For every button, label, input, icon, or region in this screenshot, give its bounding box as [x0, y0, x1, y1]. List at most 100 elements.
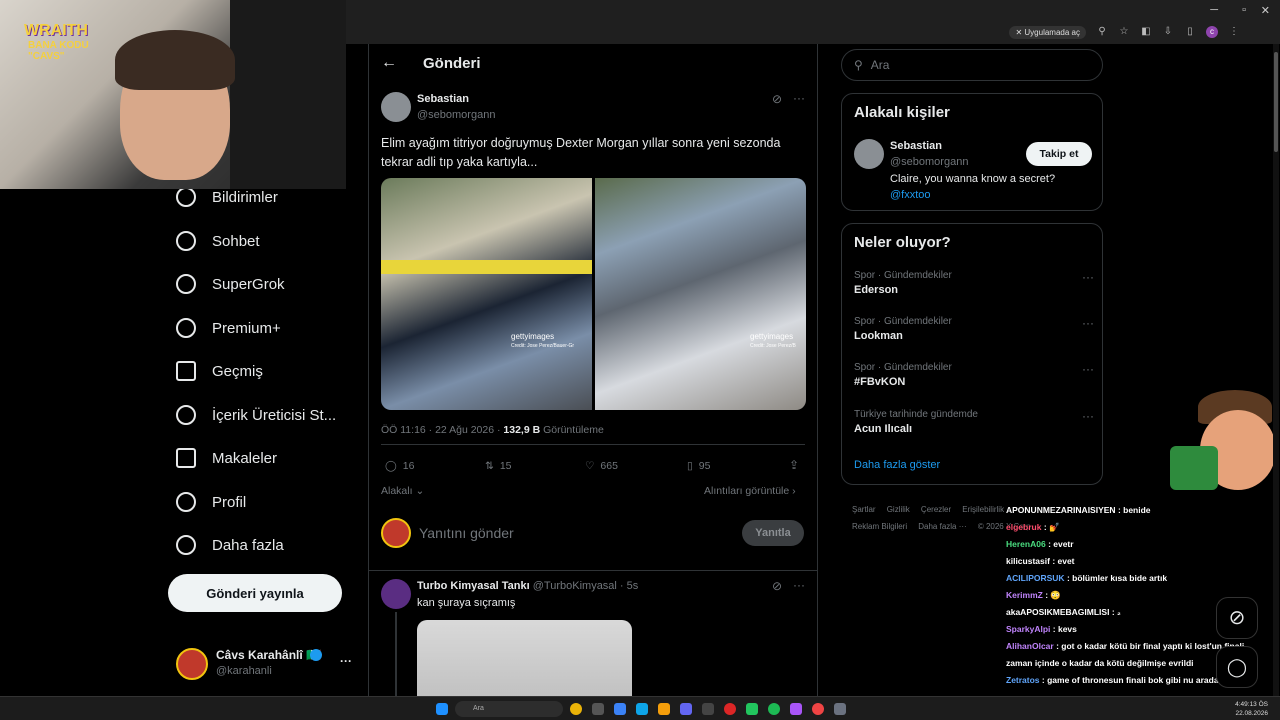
- grok-icon[interactable]: ⊘: [772, 92, 782, 106]
- search-icon: ⚲: [854, 58, 863, 72]
- nav-supergrok[interactable]: SuperGrok: [176, 274, 285, 294]
- footer-link[interactable]: Erişilebilirlik: [962, 505, 1004, 514]
- spotify-icon[interactable]: [768, 703, 780, 715]
- like-action[interactable]: ♡ 665: [585, 460, 618, 472]
- divider: [381, 444, 805, 445]
- app-icon[interactable]: [614, 703, 626, 715]
- nav-creator-studio[interactable]: İçerik Üreticisi St...: [176, 405, 336, 425]
- reply-button[interactable]: Yanıtla: [742, 520, 804, 546]
- restore-icon[interactable]: ▫: [1242, 4, 1246, 16]
- footer-link[interactable]: Reklam Bilgileri: [852, 522, 907, 531]
- post-image-2[interactable]: gettyimages Credit: Jose Perez/B: [595, 178, 806, 410]
- gaming-chair: [230, 0, 346, 189]
- app-icon[interactable]: [724, 703, 736, 715]
- taskbar-search[interactable]: Ara: [455, 701, 563, 717]
- minimize-icon[interactable]: ─: [1210, 4, 1218, 16]
- person-avatar[interactable]: [854, 139, 884, 169]
- windows-start-icon[interactable]: [436, 703, 448, 715]
- person-name[interactable]: Sebastian: [890, 140, 942, 152]
- nav-bookmarks[interactable]: Geçmiş: [176, 361, 263, 381]
- account-name: Câvs Karahânlî 🇮🇹: [216, 648, 321, 662]
- close-window-icon[interactable]: ✕: [1261, 4, 1270, 17]
- folder-icon[interactable]: [658, 703, 670, 715]
- post-image-1[interactable]: gettyimages Credit: Jose Perez/Bauer-Gr: [381, 178, 592, 410]
- nav-premium[interactable]: Premium+: [176, 318, 281, 338]
- person-handle[interactable]: @sebomorgann: [890, 156, 968, 168]
- app-icon[interactable]: [592, 703, 604, 715]
- streamer-hair: [115, 30, 235, 90]
- post-button[interactable]: Gönderi yayınla: [168, 574, 342, 612]
- nav-chat[interactable]: Sohbet: [176, 231, 260, 251]
- app-icon[interactable]: [812, 703, 824, 715]
- profile-avatar[interactable]: c: [1206, 26, 1218, 38]
- nav-notifications[interactable]: Bildirimler: [176, 187, 278, 207]
- menu-icon[interactable]: ⋮: [1228, 26, 1240, 38]
- omnibox-actions: ✕ Uygulamada aç ⚲ ☆ ◧ ⇩ ▯ c ⋮: [1009, 24, 1240, 40]
- nav-articles[interactable]: Makaleler: [176, 448, 277, 468]
- image-credit: Credit: Jose Perez/B: [750, 343, 796, 349]
- share-icon[interactable]: ⇪: [789, 458, 799, 472]
- star-icon[interactable]: ☆: [1118, 26, 1130, 38]
- account-switcher[interactable]: Câvs Karahânlî 🇮🇹 @karahanli ···: [176, 646, 356, 682]
- app-icon[interactable]: [702, 703, 714, 715]
- more-circle-icon: [176, 535, 196, 555]
- footer-link[interactable]: Şartlar: [852, 505, 876, 514]
- bio-link[interactable]: @fxxtoo: [890, 189, 931, 201]
- footer-link[interactable]: Daha fazla ···: [918, 522, 966, 531]
- view-quotes-link[interactable]: Alıntıları görüntüle ›: [704, 485, 796, 497]
- grok-icon[interactable]: ⊘: [772, 579, 782, 593]
- bookmark-action[interactable]: ▯ 95: [687, 460, 710, 472]
- grok-floating-button[interactable]: ⊘: [1216, 597, 1258, 639]
- app-icon[interactable]: [790, 703, 802, 715]
- reply-author-avatar[interactable]: [381, 579, 411, 609]
- author-avatar[interactable]: [381, 92, 411, 122]
- account-more-icon[interactable]: ···: [340, 654, 352, 668]
- chrome-icon[interactable]: [570, 703, 582, 715]
- show-more-link[interactable]: Daha fazla göster: [854, 459, 940, 471]
- trend-item[interactable]: Spor · Gündemdekiler #FBvKON ···: [854, 362, 1094, 388]
- discord-icon[interactable]: [680, 703, 692, 715]
- messages-floating-button[interactable]: ◯: [1216, 646, 1258, 688]
- footer-link[interactable]: Gizlilik: [887, 505, 910, 514]
- reply-author[interactable]: Turbo Kimyasal Tankı @TurboKimyasal · 5s: [417, 580, 638, 592]
- reply-input[interactable]: Yanıtını gönder: [419, 525, 514, 541]
- taskbar-clock[interactable]: 4:49:13 ÖS 22.08.2026: [1235, 700, 1268, 718]
- reply-icon: ◯: [385, 460, 397, 472]
- nav-profile[interactable]: Profil: [176, 492, 246, 512]
- more-icon[interactable]: ···: [793, 91, 805, 105]
- trends-card: Neler oluyor? Spor · Gündemdekiler Eders…: [841, 223, 1103, 485]
- verified-badge-icon: [310, 649, 322, 661]
- trend-item[interactable]: Türkiye tarihinde gündemde Acun Ilıcalı …: [854, 409, 1094, 435]
- zoom-icon[interactable]: ⚲: [1096, 26, 1108, 38]
- back-arrow-icon[interactable]: ←: [381, 54, 397, 72]
- more-icon[interactable]: ···: [1082, 362, 1094, 376]
- reply-action[interactable]: ◯ 16: [385, 460, 414, 472]
- reply-image[interactable]: [417, 620, 632, 696]
- more-icon[interactable]: ···: [793, 578, 805, 592]
- search-input[interactable]: ⚲ Ara: [841, 49, 1103, 81]
- author-name[interactable]: Sebastian: [417, 93, 469, 105]
- chat-message: kilicustasif : evet: [1006, 556, 1075, 566]
- extensions-icon[interactable]: ◧: [1140, 26, 1152, 38]
- app-icon[interactable]: [746, 703, 758, 715]
- download-icon[interactable]: ⇩: [1162, 26, 1174, 38]
- nav-more[interactable]: Daha fazla: [176, 535, 284, 555]
- sponsor-brand: WRAITH: [24, 22, 88, 39]
- sidebar-icon[interactable]: ▯: [1184, 26, 1196, 38]
- post-timestamp[interactable]: ÖÖ 11:16 · 22 Ağu 2026 ·: [381, 424, 503, 436]
- trend-item[interactable]: Spor · Gündemdekiler Lookman ···: [854, 316, 1094, 342]
- repost-action[interactable]: ⇅ 15: [485, 460, 512, 472]
- author-handle[interactable]: @sebomorgann: [417, 109, 495, 121]
- reply-text: kan şuraya sıçramış: [417, 597, 516, 609]
- follow-button[interactable]: Takip et: [1026, 142, 1092, 166]
- open-in-app-button[interactable]: ✕ Uygulamada aç: [1009, 25, 1086, 39]
- more-icon[interactable]: ···: [1082, 270, 1094, 284]
- sort-dropdown[interactable]: Alakalı ⌄: [381, 485, 424, 497]
- app-icon[interactable]: [834, 703, 846, 715]
- edge-icon[interactable]: [636, 703, 648, 715]
- trend-item[interactable]: Spor · Gündemdekiler Ederson ···: [854, 270, 1094, 296]
- scroll-thumb[interactable]: [1274, 52, 1278, 152]
- more-icon[interactable]: ···: [1082, 316, 1094, 330]
- footer-link[interactable]: Çerezler: [921, 505, 951, 514]
- more-icon[interactable]: ···: [1082, 409, 1094, 423]
